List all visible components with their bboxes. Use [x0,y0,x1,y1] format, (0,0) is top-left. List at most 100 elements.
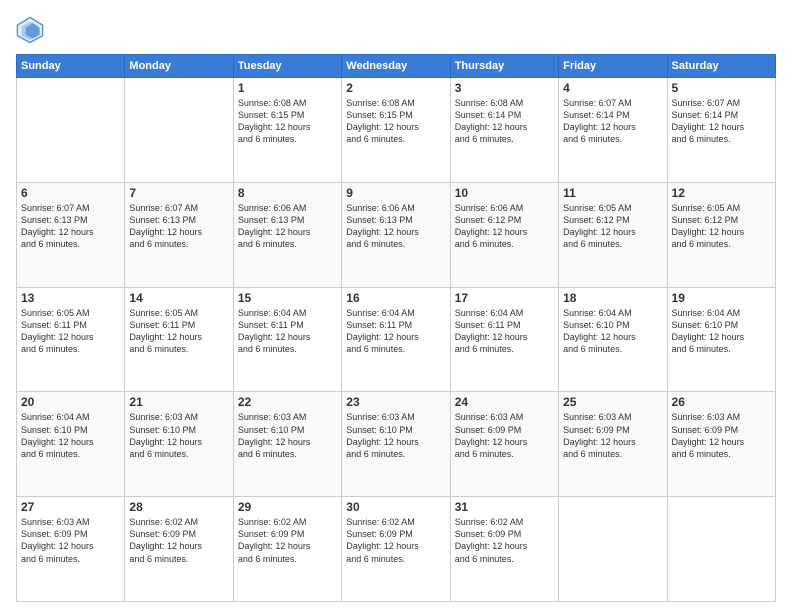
calendar-cell: 14 Sunrise: 6:05 AM Sunset: 6:11 PM Dayli… [125,287,233,392]
day-info: Sunrise: 6:06 AM Sunset: 6:12 PM Dayligh… [455,202,554,251]
day-number: 2 [346,81,445,95]
day-number: 6 [21,186,120,200]
day-header-thursday: Thursday [450,55,558,78]
day-number: 14 [129,291,228,305]
calendar-cell: 30Sunrise: 6:02 AM Sunset: 6:09 PM Dayli… [342,497,450,602]
day-header-friday: Friday [559,55,667,78]
day-number: 18 [563,291,662,305]
calendar-cell: 20Sunrise: 6:04 AM Sunset: 6:10 PM Dayli… [17,392,125,497]
header-row: SundayMondayTuesdayWednesdayThursdayFrid… [17,55,776,78]
day-info: Sunrise: 6:02 AM Sunset: 6:09 PM Dayligh… [238,516,337,565]
day-number: 30 [346,500,445,514]
day-info: Sunrise: 6:08 AM Sunset: 6:15 PM Dayligh… [238,97,337,146]
logo [16,16,48,44]
day-number: 22 [238,395,337,409]
day-info: Sunrise: 6:04 AM Sunset: 6:10 PM Dayligh… [563,307,662,356]
calendar-cell: 18 Sunrise: 6:04 AM Sunset: 6:10 PM Dayli… [559,287,667,392]
calendar-cell: 4Sunrise: 6:07 AM Sunset: 6:14 PM Daylig… [559,78,667,183]
calendar-body: 1 Sunrise: 6:08 AM Sunset: 6:15 PM Daylig… [17,78,776,602]
day-info: Sunrise: 6:04 AM Sunset: 6:10 PM Dayligh… [21,411,120,460]
day-info: Sunrise: 6:03 AM Sunset: 6:10 PM Dayligh… [238,411,337,460]
day-info: Sunrise: 6:04 AM Sunset: 6:11 PM Dayligh… [346,307,445,356]
calendar-cell [559,497,667,602]
week-row-3: 20Sunrise: 6:04 AM Sunset: 6:10 PM Dayli… [17,392,776,497]
day-number: 16 [346,291,445,305]
day-info: Sunrise: 6:03 AM Sunset: 6:09 PM Dayligh… [672,411,771,460]
day-number: 8 [238,186,337,200]
day-number: 28 [129,500,228,514]
day-number: 26 [672,395,771,409]
calendar-cell: 6Sunrise: 6:07 AM Sunset: 6:13 PM Daylig… [17,182,125,287]
calendar-cell [125,78,233,183]
day-info: Sunrise: 6:05 AM Sunset: 6:12 PM Dayligh… [672,202,771,251]
calendar-cell: 13 Sunrise: 6:05 AM Sunset: 6:11 PM Dayli… [17,287,125,392]
calendar-cell: 5 Sunrise: 6:07 AM Sunset: 6:14 PM Daylig… [667,78,775,183]
calendar-cell: 1 Sunrise: 6:08 AM Sunset: 6:15 PM Daylig… [233,78,341,183]
calendar-cell: 16 Sunrise: 6:04 AM Sunset: 6:11 PM Dayli… [342,287,450,392]
day-number: 3 [455,81,554,95]
calendar-cell: 26 Sunrise: 6:03 AM Sunset: 6:09 PM Dayli… [667,392,775,497]
day-header-wednesday: Wednesday [342,55,450,78]
day-info: Sunrise: 6:07 AM Sunset: 6:13 PM Dayligh… [129,202,228,251]
day-info: Sunrise: 6:02 AM Sunset: 6:09 PM Dayligh… [129,516,228,565]
day-info: Sunrise: 6:03 AM Sunset: 6:09 PM Dayligh… [21,516,120,565]
day-info: Sunrise: 6:04 AM Sunset: 6:11 PM Dayligh… [238,307,337,356]
calendar-cell: 12 Sunrise: 6:05 AM Sunset: 6:12 PM Dayli… [667,182,775,287]
day-number: 17 [455,291,554,305]
day-info: Sunrise: 6:08 AM Sunset: 6:15 PM Dayligh… [346,97,445,146]
calendar-cell: 10 Sunrise: 6:06 AM Sunset: 6:12 PM Dayli… [450,182,558,287]
day-number: 23 [346,395,445,409]
day-number: 5 [672,81,771,95]
day-number: 25 [563,395,662,409]
week-row-0: 1 Sunrise: 6:08 AM Sunset: 6:15 PM Daylig… [17,78,776,183]
day-info: Sunrise: 6:03 AM Sunset: 6:09 PM Dayligh… [455,411,554,460]
calendar-cell: 27 Sunrise: 6:03 AM Sunset: 6:09 PM Dayli… [17,497,125,602]
day-number: 15 [238,291,337,305]
day-number: 9 [346,186,445,200]
page: SundayMondayTuesdayWednesdayThursdayFrid… [0,0,792,612]
calendar-cell: 29 Sunrise: 6:02 AM Sunset: 6:09 PM Dayli… [233,497,341,602]
calendar-cell [17,78,125,183]
calendar-cell: 11 Sunrise: 6:05 AM Sunset: 6:12 PM Dayli… [559,182,667,287]
calendar-header: SundayMondayTuesdayWednesdayThursdayFrid… [17,55,776,78]
day-info: Sunrise: 6:08 AM Sunset: 6:14 PM Dayligh… [455,97,554,146]
calendar-cell: 17Sunrise: 6:04 AM Sunset: 6:11 PM Dayli… [450,287,558,392]
calendar-cell: 23Sunrise: 6:03 AM Sunset: 6:10 PM Dayli… [342,392,450,497]
day-info: Sunrise: 6:05 AM Sunset: 6:11 PM Dayligh… [129,307,228,356]
day-number: 24 [455,395,554,409]
day-number: 11 [563,186,662,200]
day-number: 19 [672,291,771,305]
day-number: 1 [238,81,337,95]
day-number: 13 [21,291,120,305]
header [16,16,776,44]
day-header-sunday: Sunday [17,55,125,78]
week-row-1: 6 Sunrise: 6:07 AM Sunset: 6:13 PM Daylig… [17,182,776,287]
day-number: 29 [238,500,337,514]
calendar-cell: 3 Sunrise: 6:08 AM Sunset: 6:14 PM Daylig… [450,78,558,183]
day-info: Sunrise: 6:03 AM Sunset: 6:10 PM Dayligh… [129,411,228,460]
day-number: 4 [563,81,662,95]
day-number: 21 [129,395,228,409]
calendar-cell [667,497,775,602]
day-info: Sunrise: 6:05 AM Sunset: 6:12 PM Dayligh… [563,202,662,251]
calendar-cell: 19Sunrise: 6:04 AM Sunset: 6:10 PM Dayli… [667,287,775,392]
calendar-cell: 25 Sunrise: 6:03 AM Sunset: 6:09 PM Dayli… [559,392,667,497]
day-number: 31 [455,500,554,514]
day-info: Sunrise: 6:07 AM Sunset: 6:14 PM Dayligh… [672,97,771,146]
calendar-cell: 7Sunrise: 6:07 AM Sunset: 6:13 PM Daylig… [125,182,233,287]
week-row-4: 27 Sunrise: 6:03 AM Sunset: 6:09 PM Dayli… [17,497,776,602]
logo-icon [16,16,44,44]
calendar-cell: 15 Sunrise: 6:04 AM Sunset: 6:11 PM Dayli… [233,287,341,392]
calendar-cell: 2 Sunrise: 6:08 AM Sunset: 6:15 PM Daylig… [342,78,450,183]
day-info: Sunrise: 6:03 AM Sunset: 6:09 PM Dayligh… [563,411,662,460]
calendar-cell: 22 Sunrise: 6:03 AM Sunset: 6:10 PM Dayli… [233,392,341,497]
calendar-cell: 8 Sunrise: 6:06 AM Sunset: 6:13 PM Daylig… [233,182,341,287]
day-info: Sunrise: 6:05 AM Sunset: 6:11 PM Dayligh… [21,307,120,356]
calendar-cell: 9Sunrise: 6:06 AM Sunset: 6:13 PM Daylig… [342,182,450,287]
day-number: 10 [455,186,554,200]
day-number: 27 [21,500,120,514]
day-number: 12 [672,186,771,200]
week-row-2: 13 Sunrise: 6:05 AM Sunset: 6:11 PM Dayli… [17,287,776,392]
day-info: Sunrise: 6:06 AM Sunset: 6:13 PM Dayligh… [238,202,337,251]
day-header-tuesday: Tuesday [233,55,341,78]
